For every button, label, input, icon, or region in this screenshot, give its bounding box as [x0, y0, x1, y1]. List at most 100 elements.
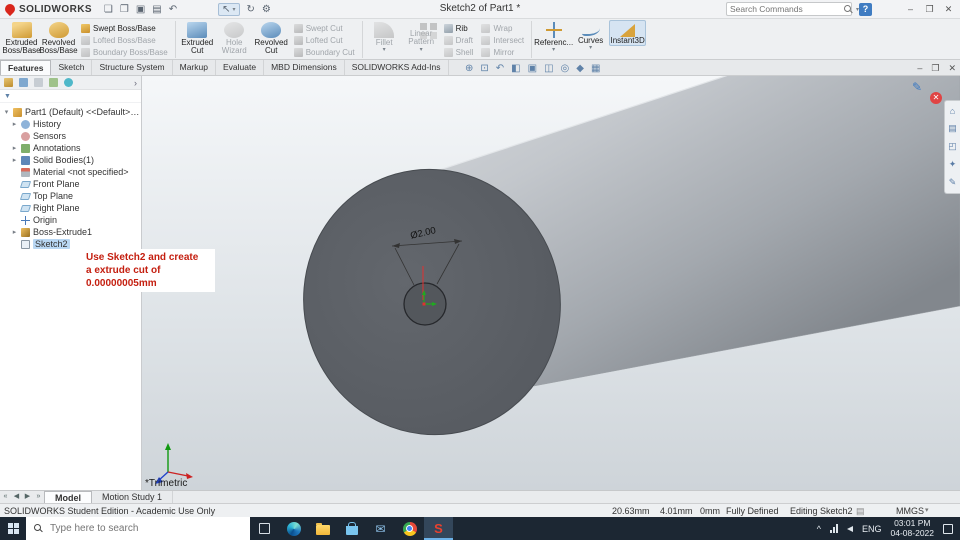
- expand-arrow-icon[interactable]: ▸: [11, 228, 18, 236]
- property-manager-tab-icon[interactable]: [19, 78, 28, 87]
- hole-wizard-button[interactable]: Hole Wizard: [216, 20, 253, 56]
- collapse-arrow-icon[interactable]: ▾: [3, 108, 10, 116]
- previous-tab-button[interactable]: ◀: [11, 491, 22, 503]
- tree-item-top-plane[interactable]: Top Plane: [0, 190, 141, 202]
- new-document-icon[interactable]: ❏: [104, 4, 113, 15]
- doc-restore-button[interactable]: ❐: [931, 63, 939, 74]
- help-icon[interactable]: ?: [859, 3, 872, 16]
- extruded-cut-button[interactable]: Extruded Cut: [179, 20, 216, 56]
- command-search-input[interactable]: [730, 4, 841, 14]
- cancel-sketch-icon[interactable]: ✕: [930, 92, 942, 104]
- mirror-button[interactable]: Mirror: [479, 46, 526, 58]
- first-tab-button[interactable]: «: [0, 491, 11, 503]
- save-icon[interactable]: ▣: [136, 4, 145, 15]
- curves-button[interactable]: Curves ▾: [572, 20, 609, 51]
- swept-cut-button[interactable]: Swept Cut: [292, 22, 357, 34]
- display-style-icon[interactable]: ◫: [544, 63, 553, 74]
- section-view-icon[interactable]: ◧: [511, 63, 520, 74]
- zoom-fit-icon[interactable]: ⊕: [465, 63, 473, 74]
- tab-motion-study[interactable]: Motion Study 1: [92, 491, 174, 503]
- design-library-icon[interactable]: ▤: [948, 123, 957, 134]
- lofted-boss-base-button[interactable]: Lofted Boss/Base: [79, 34, 170, 46]
- options-gear-icon[interactable]: ⚙: [262, 4, 271, 15]
- graphics-area[interactable]: Ø2.00 *Trimetric ⌂ ▤ ◰ ✦ ✎ ✎ ✕: [142, 76, 960, 490]
- custom-properties-icon[interactable]: ✎: [949, 177, 957, 188]
- wrap-button[interactable]: Wrap: [479, 22, 526, 34]
- doc-close-button[interactable]: ✕: [948, 63, 956, 74]
- boundary-boss-base-button[interactable]: Boundary Boss/Base: [79, 46, 170, 58]
- clock[interactable]: 03:01 PM 04-08-2022: [891, 518, 934, 539]
- chrome-taskbar-button[interactable]: [395, 517, 424, 540]
- scene-icon[interactable]: ▦: [591, 63, 600, 74]
- appearances-icon[interactable]: ✦: [949, 159, 957, 170]
- volume-icon[interactable]: [847, 525, 853, 532]
- tree-item-boss-extrude1[interactable]: ▸ Boss-Extrude1: [0, 226, 141, 238]
- maximize-button[interactable]: ❐: [920, 0, 939, 19]
- doc-minimize-button[interactable]: –: [917, 63, 922, 73]
- shell-button[interactable]: Shell: [442, 46, 476, 58]
- tree-item-history[interactable]: ▸ History: [0, 118, 141, 130]
- extruded-boss-base-button[interactable]: Extruded Boss/Base: [2, 20, 41, 56]
- last-tab-button[interactable]: »: [33, 491, 44, 503]
- panel-flyout-chevron-icon[interactable]: ›: [134, 78, 137, 88]
- tree-item-right-plane[interactable]: Right Plane: [0, 202, 141, 214]
- tab-markup[interactable]: Markup: [173, 60, 216, 75]
- tab-sketch[interactable]: Sketch: [51, 60, 93, 75]
- rib-button[interactable]: Rib: [442, 22, 476, 34]
- select-tool-button[interactable]: ↖ ▾: [218, 2, 240, 16]
- next-tab-button[interactable]: ▶: [22, 491, 33, 503]
- instant3d-button[interactable]: Instant3D: [609, 20, 647, 47]
- previous-view-icon[interactable]: ↶: [496, 63, 504, 74]
- language-indicator[interactable]: ENG: [862, 524, 882, 534]
- tab-model[interactable]: Model: [44, 491, 92, 503]
- file-explorer-taskbar-button[interactable]: [308, 517, 337, 540]
- rebuild-icon[interactable]: ↻: [247, 4, 255, 15]
- display-manager-tab-icon[interactable]: [64, 78, 73, 87]
- lofted-cut-button[interactable]: Lofted Cut: [292, 34, 357, 46]
- command-search-box[interactable]: ▾: [726, 2, 859, 16]
- zoom-area-icon[interactable]: ⊡: [480, 63, 488, 74]
- swept-boss-base-button[interactable]: Swept Boss/Base: [79, 22, 170, 34]
- network-icon[interactable]: [830, 524, 838, 533]
- linear-pattern-button[interactable]: Linear Pattern ▾: [403, 20, 440, 53]
- taskbar-search-input[interactable]: [50, 523, 242, 534]
- exit-sketch-icon[interactable]: ✎: [912, 80, 922, 94]
- tree-item-origin[interactable]: Origin: [0, 214, 141, 226]
- open-document-icon[interactable]: ❐: [120, 4, 129, 15]
- model-scene[interactable]: Ø2.00: [142, 76, 960, 490]
- dimxpert-manager-tab-icon[interactable]: [49, 78, 58, 87]
- action-center-icon[interactable]: [943, 523, 953, 534]
- configuration-manager-tab-icon[interactable]: [34, 78, 43, 87]
- tree-item-part[interactable]: ▾ Part1 (Default) <<Default>_Displ: [0, 106, 141, 118]
- expand-arrow-icon[interactable]: ▸: [11, 156, 18, 164]
- edge-taskbar-button[interactable]: [279, 517, 308, 540]
- print-icon[interactable]: ▤: [152, 4, 161, 15]
- tree-item-material[interactable]: Material <not specified>: [0, 166, 141, 178]
- tab-features[interactable]: Features: [0, 60, 52, 75]
- taskbar-search-box[interactable]: [26, 517, 250, 540]
- minimize-button[interactable]: –: [901, 0, 920, 19]
- solidworks-taskbar-button[interactable]: S: [424, 517, 453, 540]
- units-label[interactable]: MMGS: [896, 506, 924, 516]
- tab-mbd-dimensions[interactable]: MBD Dimensions: [264, 60, 345, 75]
- hidden-icons-chevron[interactable]: ^: [817, 524, 821, 534]
- hide-show-items-icon[interactable]: ◎: [561, 63, 570, 74]
- tree-item-solid-bodies[interactable]: ▸ Solid Bodies(1): [0, 154, 141, 166]
- feature-tree-tab-icon[interactable]: [4, 78, 13, 87]
- mail-taskbar-button[interactable]: ✉: [366, 517, 395, 540]
- tab-solidworks-addins[interactable]: SOLIDWORKS Add-Ins: [345, 60, 449, 75]
- tree-item-annotations[interactable]: ▸ Annotations: [0, 142, 141, 154]
- undo-icon[interactable]: ↶: [169, 4, 177, 15]
- close-button[interactable]: ✕: [939, 0, 958, 19]
- tree-filter-icon[interactable]: ▼: [4, 93, 11, 100]
- reference-geometry-button[interactable]: Referenc... ▾: [534, 20, 573, 53]
- tree-item-sensors[interactable]: Sensors: [0, 130, 141, 142]
- view-orientation-icon[interactable]: ▣: [528, 63, 537, 74]
- tab-structure-system[interactable]: Structure System: [92, 60, 173, 75]
- sketch-note[interactable]: Use Sketch2 and create a extrude cut of …: [83, 249, 215, 292]
- start-button[interactable]: [0, 517, 26, 540]
- draft-button[interactable]: Draft: [442, 34, 476, 46]
- units-caret-icon[interactable]: ▾: [925, 506, 929, 514]
- store-taskbar-button[interactable]: [337, 517, 366, 540]
- intersect-button[interactable]: Intersect: [479, 34, 526, 46]
